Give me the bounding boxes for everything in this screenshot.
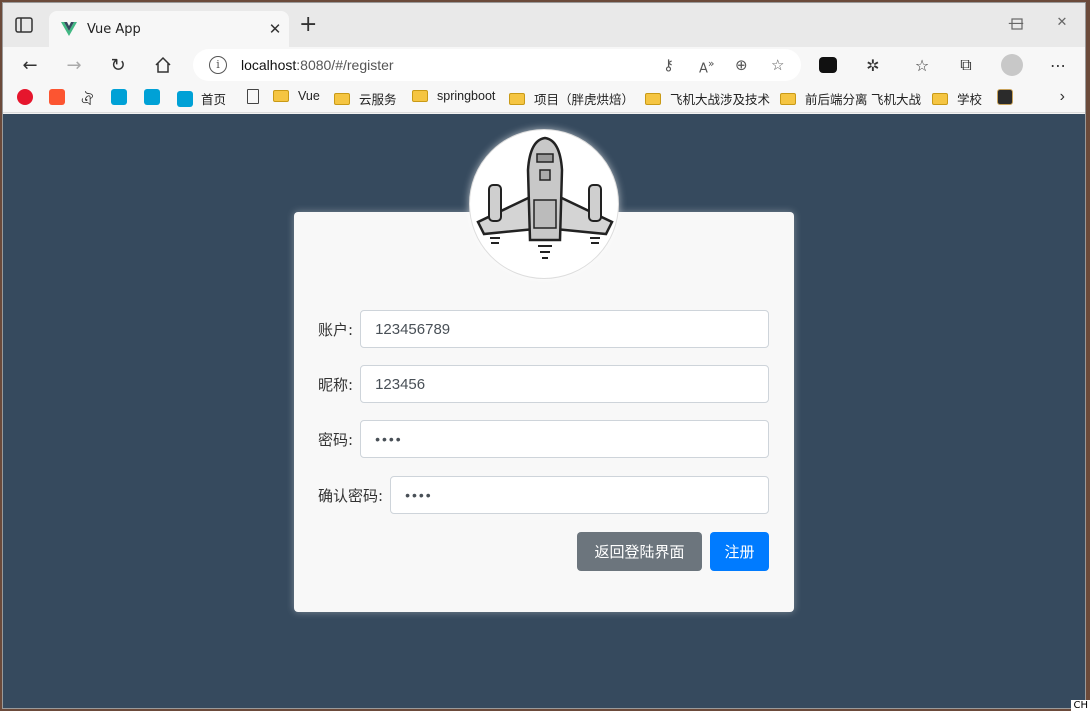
maximize-icon[interactable] — [1011, 18, 1023, 30]
register-button[interactable]: 注册 — [710, 532, 769, 571]
read-aloud-icon[interactable]: A» — [699, 57, 715, 76]
folder-icon — [509, 92, 525, 105]
bookmark-weibo[interactable] — [17, 89, 41, 105]
bookmark-bilibili-1[interactable] — [111, 89, 135, 105]
tab-close-icon[interactable]: ✕ — [261, 20, 289, 38]
address-bar[interactable]: i localhost:8080/#/register ⚷ A» ⊕ ☆ — [193, 49, 801, 81]
bookmark-label: Vue — [298, 89, 320, 103]
vue-logo-icon — [61, 22, 77, 36]
browser-window: Vue App ✕ + — ✕ ← → ↻ i localhost:8080/#… — [2, 2, 1086, 709]
browser-tab-active[interactable]: Vue App ✕ — [49, 11, 289, 47]
password-input[interactable]: •••• — [360, 420, 769, 458]
more-menu-icon[interactable]: ⋯ — [1047, 55, 1069, 75]
password-row: 密码: •••• — [318, 420, 769, 458]
nickname-label: 昵称: — [318, 375, 354, 394]
folder-icon — [412, 90, 428, 102]
folder-icon — [334, 92, 350, 105]
bookmark-label: 云服务 — [359, 93, 397, 107]
zoom-icon[interactable]: ⊕ — [735, 56, 748, 74]
tab-bar: Vue App ✕ + — ✕ — [3, 3, 1085, 47]
favorites-icon[interactable]: ☆ — [911, 55, 933, 75]
tab-actions-icon[interactable] — [15, 17, 33, 33]
bilibili-icon — [177, 90, 193, 107]
bookmark-label: 首页 — [201, 93, 227, 107]
league-icon — [997, 89, 1013, 105]
confirm-password-row: 确认密码: •••• — [318, 476, 769, 514]
extensions-puzzle-icon[interactable]: ✲ — [862, 55, 884, 75]
extension-icon[interactable] — [819, 57, 837, 73]
account-label: 账户: — [318, 320, 354, 339]
key-icon[interactable]: ⚷ — [663, 56, 674, 74]
weibo-icon — [17, 89, 33, 105]
page-icon — [247, 89, 259, 104]
url-text[interactable]: localhost:8080/#/register — [241, 57, 394, 73]
bookmarks-bar: ঐ 首页 Vue 云服务 springboot 项目（胖虎烘焙） 飞机大战涉及技… — [3, 83, 1085, 113]
back-to-login-button[interactable]: 返回登陆界面 — [577, 532, 702, 571]
swirl-icon: ঐ — [81, 92, 94, 109]
folder-icon — [645, 92, 661, 105]
fighter-plane-icon — [476, 136, 614, 259]
bookmark-folder-project[interactable]: 项目（胖虎烘焙） — [509, 89, 634, 108]
bookmark-lol[interactable] — [997, 89, 1021, 105]
bookmark-folder-cloud[interactable]: 云服务 — [334, 89, 397, 108]
url-path: :8080/#/register — [296, 57, 394, 73]
folder-icon — [932, 92, 948, 105]
bilibili-icon — [111, 89, 127, 105]
home-icon[interactable] — [151, 53, 175, 77]
favorite-star-icon[interactable]: ☆ — [771, 56, 784, 74]
profile-avatar[interactable] — [1001, 54, 1023, 76]
bookmark-label: 项目（胖虎烘焙） — [534, 93, 635, 107]
page-content: 账户: 123456789 昵称: 123456 密码: •••• 确认密码: … — [3, 114, 1085, 708]
collections-icon[interactable]: ⧉ — [955, 55, 977, 75]
bookmark-label: 飞机大战涉及技术 — [670, 93, 771, 107]
close-window-icon[interactable]: ✕ — [1039, 15, 1085, 30]
forward-arrow-icon[interactable]: → — [62, 53, 86, 77]
bookmark-site[interactable]: ঐ — [81, 89, 101, 114]
nickname-row: 昵称: 123456 — [318, 365, 769, 403]
csdn-icon — [49, 89, 65, 105]
folder-icon — [273, 90, 289, 102]
bookmark-folder-springboot[interactable]: springboot — [412, 89, 495, 103]
confirm-password-input[interactable]: •••• — [390, 476, 769, 514]
bookmark-page[interactable] — [247, 89, 259, 104]
bilibili-icon — [144, 89, 160, 105]
bookmark-folder-school[interactable]: 学校 — [932, 89, 982, 108]
account-input[interactable]: 123456789 — [360, 310, 769, 348]
bookmark-bilibili-2[interactable] — [144, 89, 168, 105]
refresh-icon[interactable]: ↻ — [106, 53, 130, 77]
bookmark-folder-tech[interactable]: 飞机大战涉及技术 — [645, 89, 770, 108]
new-tab-icon[interactable]: + — [299, 14, 317, 36]
bookmark-folder-fullstack[interactable]: 前后端分离 飞机大战 — [780, 89, 921, 108]
back-arrow-icon[interactable]: ← — [18, 53, 42, 77]
password-label: 密码: — [318, 430, 354, 449]
navigation-bar: ← → ↻ i localhost:8080/#/register ⚷ A» ⊕… — [3, 47, 1085, 83]
bookmark-folder-vue[interactable]: Vue — [273, 89, 320, 103]
tab-title: Vue App — [87, 21, 141, 37]
nickname-input[interactable]: 123456 — [360, 365, 769, 403]
plane-logo — [469, 129, 619, 279]
corner-label: CH — [1071, 700, 1090, 711]
site-info-icon[interactable]: i — [209, 56, 227, 74]
chevron-right-icon[interactable]: › — [1060, 88, 1065, 106]
bookmark-csdn[interactable] — [49, 89, 73, 105]
bookmark-home[interactable]: 首页 — [177, 89, 226, 108]
bookmark-label: springboot — [437, 89, 496, 103]
bookmark-label: 前后端分离 飞机大战 — [805, 93, 921, 107]
confirm-password-label: 确认密码: — [318, 486, 384, 505]
url-host: localhost — [241, 57, 297, 73]
bookmark-label: 学校 — [957, 93, 983, 107]
account-row: 账户: 123456789 — [318, 310, 769, 348]
folder-icon — [780, 92, 796, 105]
